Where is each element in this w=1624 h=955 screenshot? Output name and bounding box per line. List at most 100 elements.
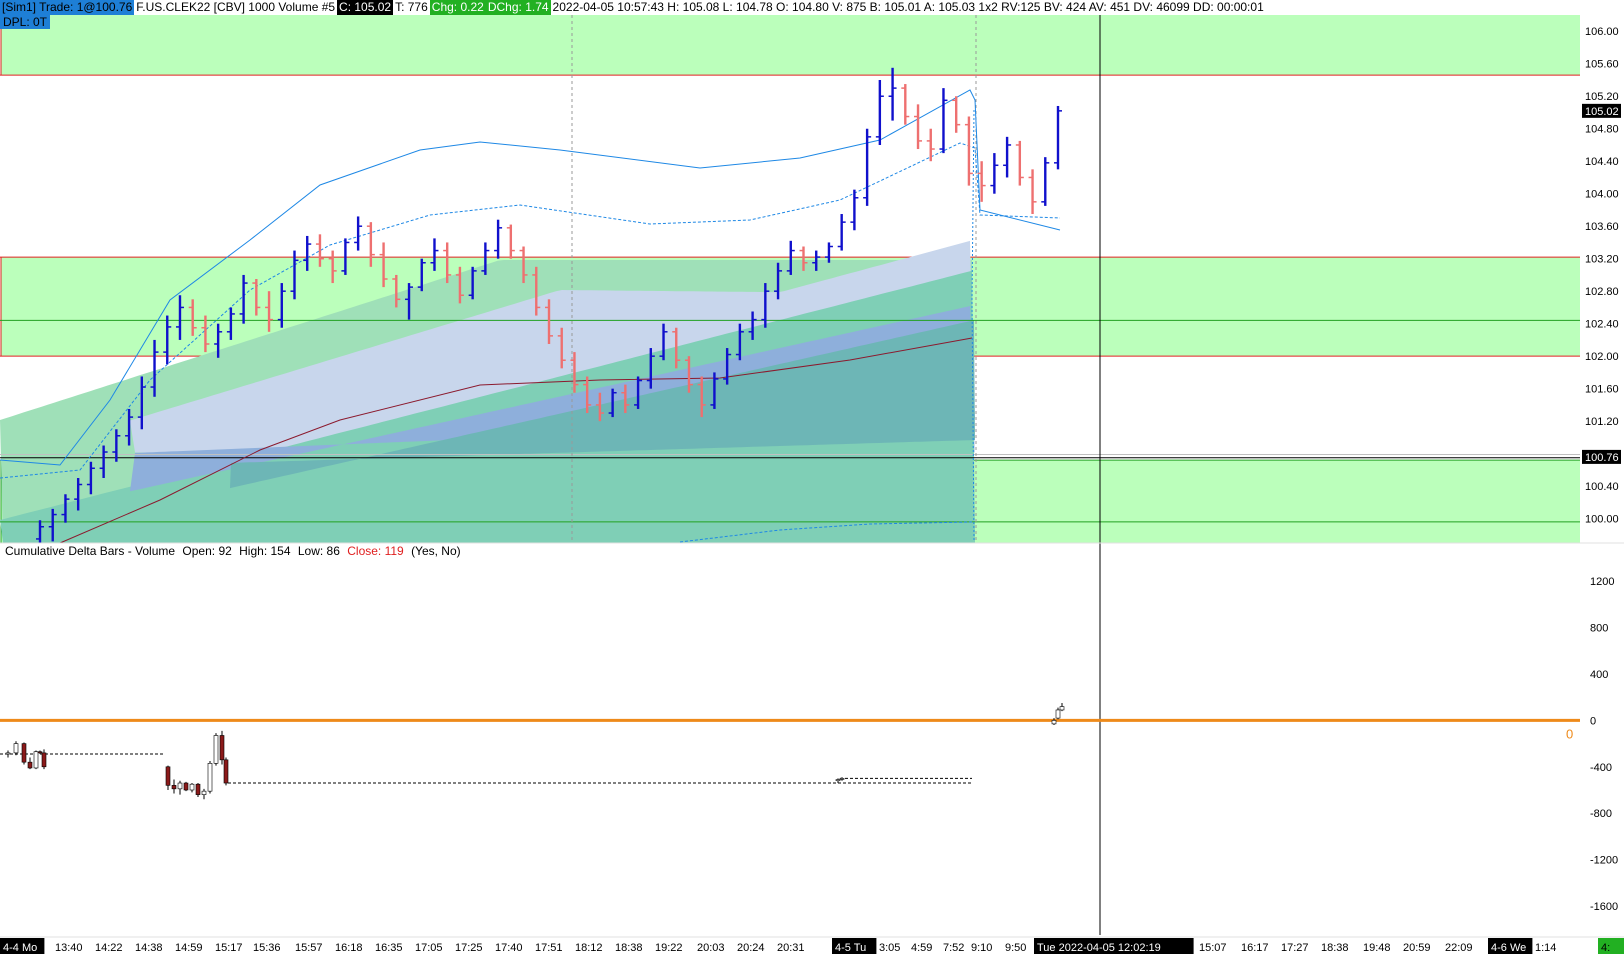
time-tick-label: 4:59 <box>911 942 932 954</box>
delta-candle <box>165 765 171 790</box>
delta-tick-label: -800 <box>1590 808 1612 820</box>
dpl-indicator: DPL: 0T <box>0 15 51 29</box>
delta-body <box>835 779 841 782</box>
delta-body <box>183 782 189 791</box>
time-tick-label: 16:35 <box>375 942 403 954</box>
price-tick-label: 104.80 <box>1585 124 1619 136</box>
study-title-bar: Cumulative Delta Bars - Volume Open: 92 … <box>5 544 465 558</box>
delta-candle <box>1059 703 1065 712</box>
chart-canvas[interactable]: 106.00 105.60 105.20 104.80 104.40 104.00 103.… <box>0 0 1624 955</box>
time-tick-label: 15:57 <box>295 942 323 954</box>
time-tick-label: 9:10 <box>971 942 992 954</box>
delta-candle <box>219 730 225 765</box>
time-tick-label: 14:59 <box>175 942 203 954</box>
time-tick-label: 36 <box>1171 942 1183 954</box>
delta-tick-label: -1600 <box>1590 901 1618 913</box>
delta-tick-label: 0 <box>1590 715 1596 727</box>
delta-candle <box>207 761 213 794</box>
time-tick-label: 14:38 <box>135 942 163 954</box>
delta-candle <box>213 733 219 766</box>
time-tick-label: 4-5 Tu <box>835 942 866 954</box>
time-tick-label: 20:24 <box>737 942 765 954</box>
price-zone-right <box>1098 460 1580 543</box>
time-tick-label: Tue 2022-04-05 12:02:19 <box>1037 942 1161 954</box>
time-tick-label: 15:17 <box>215 942 243 954</box>
time-tick-label: 3:05 <box>879 942 900 954</box>
delta-tick-label: 800 <box>1590 623 1608 635</box>
delta-candle <box>21 742 27 765</box>
delta-body <box>165 766 171 786</box>
delta-body <box>41 752 47 768</box>
delta-body <box>839 778 845 780</box>
price-bar <box>1015 140 1024 186</box>
study-close: Close: 119 <box>347 544 404 558</box>
price-bar <box>1054 105 1062 170</box>
delta-body <box>207 763 213 792</box>
delta-candle <box>33 750 39 770</box>
price-tick-label: 105.20 <box>1585 91 1619 103</box>
delta-body <box>33 751 39 769</box>
price-bar <box>888 67 897 121</box>
study-flags: (Yes, No) <box>411 544 461 558</box>
header-segment: DChg: 1.74 <box>485 0 551 15</box>
delta-candle <box>1055 707 1061 720</box>
price-bar <box>901 84 910 125</box>
delta-body <box>171 785 177 790</box>
delta-tick-label: 1200 <box>1590 576 1614 588</box>
delta-candle <box>183 781 189 792</box>
delta-body <box>195 783 201 795</box>
delta-candle <box>13 741 19 756</box>
delta-body <box>37 751 43 754</box>
header-segment: Chg: 0.22 <box>429 0 486 15</box>
delta-tick-label: -1200 <box>1590 855 1618 867</box>
delta-candle <box>839 777 845 781</box>
time-tick-label: 4: <box>1601 942 1610 954</box>
delta-axis: 1200 800 400 0 -400 -800 -1200 -1600 <box>1590 576 1618 913</box>
trade-price-label: 100.76 <box>1585 452 1619 464</box>
delta-body <box>1055 709 1061 719</box>
price-tick-label: 105.60 <box>1585 59 1619 71</box>
time-tick-label: 9:50 <box>1005 942 1026 954</box>
delta-pane: 0 <box>0 703 1580 800</box>
time-tick-label: 4-6 We <box>1491 942 1526 954</box>
price-bar <box>1041 157 1050 206</box>
study-high: High: 154 <box>239 544 291 558</box>
price-zone-right <box>1098 15 1580 76</box>
delta-body <box>13 743 19 754</box>
delta-body <box>213 735 219 764</box>
price-bar <box>506 224 515 259</box>
zero-label: 0 <box>1566 726 1573 741</box>
delta-body <box>5 752 11 755</box>
price-tick-label: 102.40 <box>1585 319 1619 331</box>
price-bar <box>1003 136 1012 178</box>
price-tick-label: 101.60 <box>1585 384 1619 396</box>
delta-body <box>177 782 183 790</box>
price-bar <box>939 88 948 154</box>
time-tick-label: 15:07 <box>1199 942 1227 954</box>
delta-body <box>223 759 229 784</box>
delta-candle <box>223 757 229 786</box>
time-tick-label: 16:17 <box>1241 942 1269 954</box>
time-tick-label: 20:31 <box>777 942 805 954</box>
header-segment: 2022-04-05 10:57:43 H: 105.08 L: 104.78 … <box>550 0 1266 15</box>
price-tick-label: 103.20 <box>1585 254 1619 266</box>
header-segment: F.US.CLEK22 [CBV] 1000 Volume #5 <box>134 0 338 15</box>
delta-body <box>189 783 195 791</box>
price-pane <box>0 15 1580 935</box>
delta-candle <box>189 783 195 793</box>
chart-header-bar: [Sim1] Trade: 1@100.76 F.US.CLEK22 [CBV] … <box>0 0 1266 15</box>
time-tick-label: 19:48 <box>1363 942 1391 954</box>
price-tick-label: 101.20 <box>1585 416 1619 428</box>
time-tick-label: 17:05 <box>415 942 443 954</box>
study-low: Low: 86 <box>297 544 340 558</box>
header-segment: C: 105.02 <box>337 0 394 15</box>
delta-body <box>1059 706 1065 711</box>
study-name: Cumulative Delta Bars - Volume <box>5 544 176 558</box>
price-tick-label: 103.60 <box>1585 221 1619 233</box>
delta-candle <box>41 749 47 770</box>
price-tick-label: 100.40 <box>1585 481 1619 493</box>
price-tick-label: 104.00 <box>1585 189 1619 201</box>
header-segment: T: 776 <box>393 0 430 15</box>
price-bar <box>1028 169 1037 215</box>
time-tick-label: 19:22 <box>655 942 683 954</box>
